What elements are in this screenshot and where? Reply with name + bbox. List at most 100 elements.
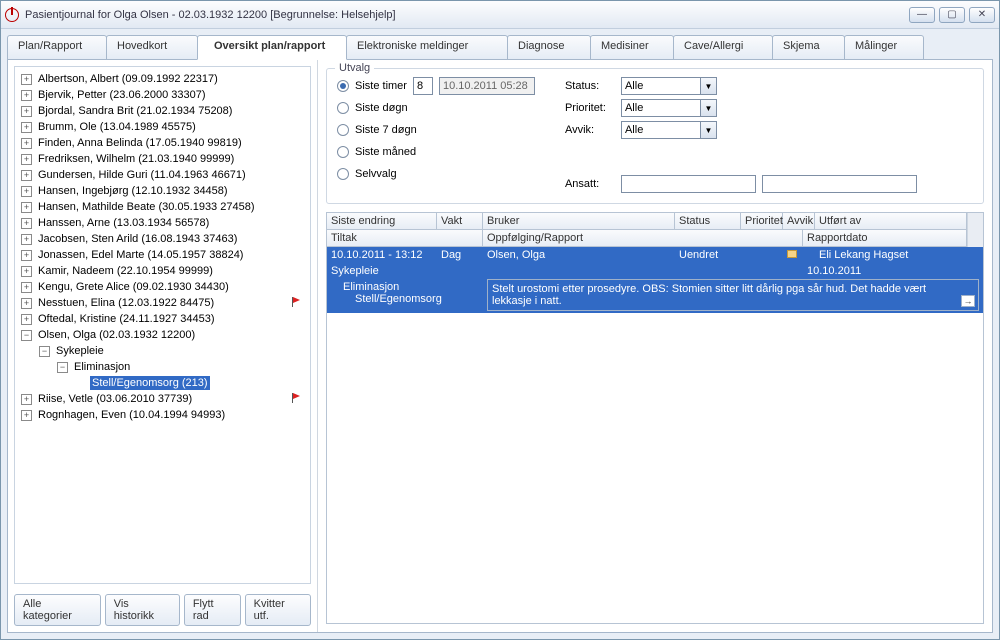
tree-expander[interactable]: + [21, 314, 32, 325]
tree-expander[interactable]: + [21, 122, 32, 133]
grid-body[interactable]: 10.10.2011 - 13:12 Dag Olsen, Olga Uendr… [327, 247, 983, 623]
tree-expander[interactable]: + [21, 394, 32, 405]
cell-utfort-av: Eli Lekang Hagset [815, 247, 983, 263]
tree-item[interactable]: +Rognhagen, Even (10.04.1994 94993) [17, 407, 308, 423]
tab-hovedkort[interactable]: Hovedkort [106, 35, 198, 59]
cell-bruker: Olsen, Olga [483, 247, 675, 263]
col-rapportdato[interactable]: Rapportdato [803, 230, 967, 246]
col-tiltak[interactable]: Tiltak [327, 230, 483, 246]
maximize-button[interactable]: ▢ [939, 7, 965, 23]
tree-expander[interactable]: + [21, 298, 32, 309]
tree-item[interactable]: +Jacobsen, Sten Arild (16.08.1943 37463) [17, 231, 308, 247]
tab-m-linger[interactable]: Målinger [844, 35, 924, 59]
radio-siste-timer[interactable] [337, 80, 349, 92]
tree-expander[interactable]: + [21, 154, 32, 165]
tree-item[interactable]: +Riise, Vetle (03.06.2010 37739) [17, 391, 308, 407]
tree-expander[interactable]: + [21, 170, 32, 181]
prioritet-dropdown-button[interactable]: ▼ [701, 99, 717, 117]
avvik-dropdown-button[interactable]: ▼ [701, 121, 717, 139]
tab-skjema[interactable]: Skjema [772, 35, 845, 59]
tree-expander[interactable]: + [21, 90, 32, 101]
avvik-select[interactable] [621, 121, 701, 139]
rapport-expand-button[interactable]: → [961, 295, 975, 307]
tree-item[interactable]: +Albertson, Albert (09.09.1992 22317) [17, 71, 308, 87]
col-siste-endring[interactable]: Siste endring [327, 213, 437, 229]
tree-expander[interactable]: + [21, 186, 32, 197]
grid-selected-block[interactable]: 10.10.2011 - 13:12 Dag Olsen, Olga Uendr… [327, 247, 983, 313]
tree-expander[interactable]: + [21, 202, 32, 213]
window-controls: — ▢ ✕ [909, 7, 995, 23]
tree-item[interactable]: +Bjervik, Petter (23.06.2000 33307) [17, 87, 308, 103]
tree-item[interactable]: +Brumm, Ole (13.04.1989 45575) [17, 119, 308, 135]
status-dropdown-button[interactable]: ▼ [701, 77, 717, 95]
status-select[interactable] [621, 77, 701, 95]
tree-expander[interactable]: + [21, 282, 32, 293]
tree-item-label: Eliminasjon [72, 360, 132, 374]
col-avvik[interactable]: Avvik [783, 213, 815, 229]
ansatt-input-1[interactable] [621, 175, 756, 193]
tab-oversikt-plan-rapport[interactable]: Oversikt plan/rapport [197, 35, 347, 60]
tree-expander[interactable]: − [21, 330, 32, 341]
tree-item[interactable]: +Hansen, Ingebjørg (12.10.1932 34458) [17, 183, 308, 199]
timer-value-input[interactable] [413, 77, 433, 95]
col-status[interactable]: Status [675, 213, 741, 229]
prioritet-select[interactable] [621, 99, 701, 117]
tab-cave-allergi[interactable]: Cave/Allergi [673, 35, 773, 59]
tree-expander[interactable]: + [21, 234, 32, 245]
tree-item[interactable]: +Jonassen, Edel Marte (14.05.1957 38824) [17, 247, 308, 263]
tree-expander[interactable]: + [21, 218, 32, 229]
tree-expander[interactable]: − [39, 346, 50, 357]
tab-medisiner[interactable]: Medisiner [590, 35, 674, 59]
minimize-button[interactable]: — [909, 7, 935, 23]
radio-selvvalg[interactable] [337, 168, 349, 180]
tree-expander[interactable]: + [21, 266, 32, 277]
tab-elektroniske-meldinger[interactable]: Elektroniske meldinger [346, 35, 508, 59]
col-vakt[interactable]: Vakt [437, 213, 483, 229]
tree-item[interactable]: + Hanssen, Arne (13.03.1934 56578) [17, 215, 308, 231]
col-bruker[interactable]: Bruker [483, 213, 675, 229]
tree-item[interactable]: +Kengu, Grete Alice (09.02.1930 34430) [17, 279, 308, 295]
tab-plan-rapport[interactable]: Plan/Rapport [7, 35, 107, 59]
tree-expander[interactable]: + [21, 74, 32, 85]
close-button[interactable]: ✕ [969, 7, 995, 23]
grid-header-row-2: Tiltak Oppfølging/Rapport Rapportdato [327, 230, 967, 247]
tree-item[interactable]: +Nesstuen, Elina (12.03.1922 84475) [17, 295, 308, 311]
ansatt-input-2[interactable] [762, 175, 917, 193]
col-prioritet[interactable]: Prioritet [741, 213, 783, 229]
patient-tree[interactable]: +Albertson, Albert (09.09.1992 22317)+Bj… [14, 66, 311, 584]
move-row-button[interactable]: Flytt rad [184, 594, 241, 626]
tree-item-label: Hansen, Mathilde Beate (30.05.1933 27458… [36, 200, 257, 214]
radio-siste-7[interactable] [337, 124, 349, 136]
tree-item[interactable]: + Hansen, Mathilde Beate (30.05.1933 2745… [17, 199, 308, 215]
tree-expander[interactable]: + [21, 410, 32, 421]
tree-item[interactable]: +Oftedal, Kristine (24.11.1927 34453) [17, 311, 308, 327]
tab-diagnose[interactable]: Diagnose [507, 35, 591, 59]
tree-item[interactable]: + Gundersen, Hilde Guri (11.04.1963 46671… [17, 167, 308, 183]
tree-item[interactable]: +Kamir, Nadeem (22.10.1954 99999) [17, 263, 308, 279]
rapport-text-box[interactable]: Stelt urostomi etter prosedyre. OBS: Sto… [487, 279, 979, 311]
tree-item[interactable]: −Sykepleie [17, 343, 308, 359]
selection-group: Utvalg Siste timer Siste døgn Siste 7 dø… [326, 68, 984, 204]
radio-siste-dogn[interactable] [337, 102, 349, 114]
radio-siste-maned[interactable] [337, 146, 349, 158]
tree-expander[interactable]: − [57, 362, 68, 373]
tree-item[interactable]: +Finden, Anna Belinda (17.05.1940 99819) [17, 135, 308, 151]
col-utfort-av[interactable]: Utført av [815, 213, 967, 229]
col-oppfolging[interactable]: Oppfølging/Rapport [483, 230, 803, 246]
tree-item[interactable]: −Olsen, Olga (02.03.1932 12200) [17, 327, 308, 343]
tree-item[interactable]: Stell/Egenomsorg (213) [17, 375, 308, 391]
tree-item-label: Gundersen, Hilde Guri (11.04.1963 46671) [36, 168, 248, 182]
tree-expander[interactable]: + [21, 106, 32, 117]
kvitter-button[interactable]: Kvitter utf. [245, 594, 311, 626]
tree-item[interactable]: −Eliminasjon [17, 359, 308, 375]
selection-group-title: Utvalg [335, 62, 374, 74]
tree-expander[interactable]: + [21, 138, 32, 149]
tree-item[interactable]: +Fredriksen, Wilhelm (21.03.1940 99999) [17, 151, 308, 167]
tree-item-label: Hanssen, Arne (13.03.1934 56578) [36, 216, 211, 230]
right-pane: Utvalg Siste timer Siste døgn Siste 7 dø… [318, 60, 992, 632]
tree-expander[interactable]: + [21, 250, 32, 261]
tree-item[interactable]: +Bjordal, Sandra Brit (21.02.1934 75208) [17, 103, 308, 119]
rapport-text: Stelt urostomi etter prosedyre. OBS: Sto… [492, 283, 926, 307]
all-categories-button[interactable]: Alle kategorier [14, 594, 101, 626]
show-history-button[interactable]: Vis historikk [105, 594, 180, 626]
